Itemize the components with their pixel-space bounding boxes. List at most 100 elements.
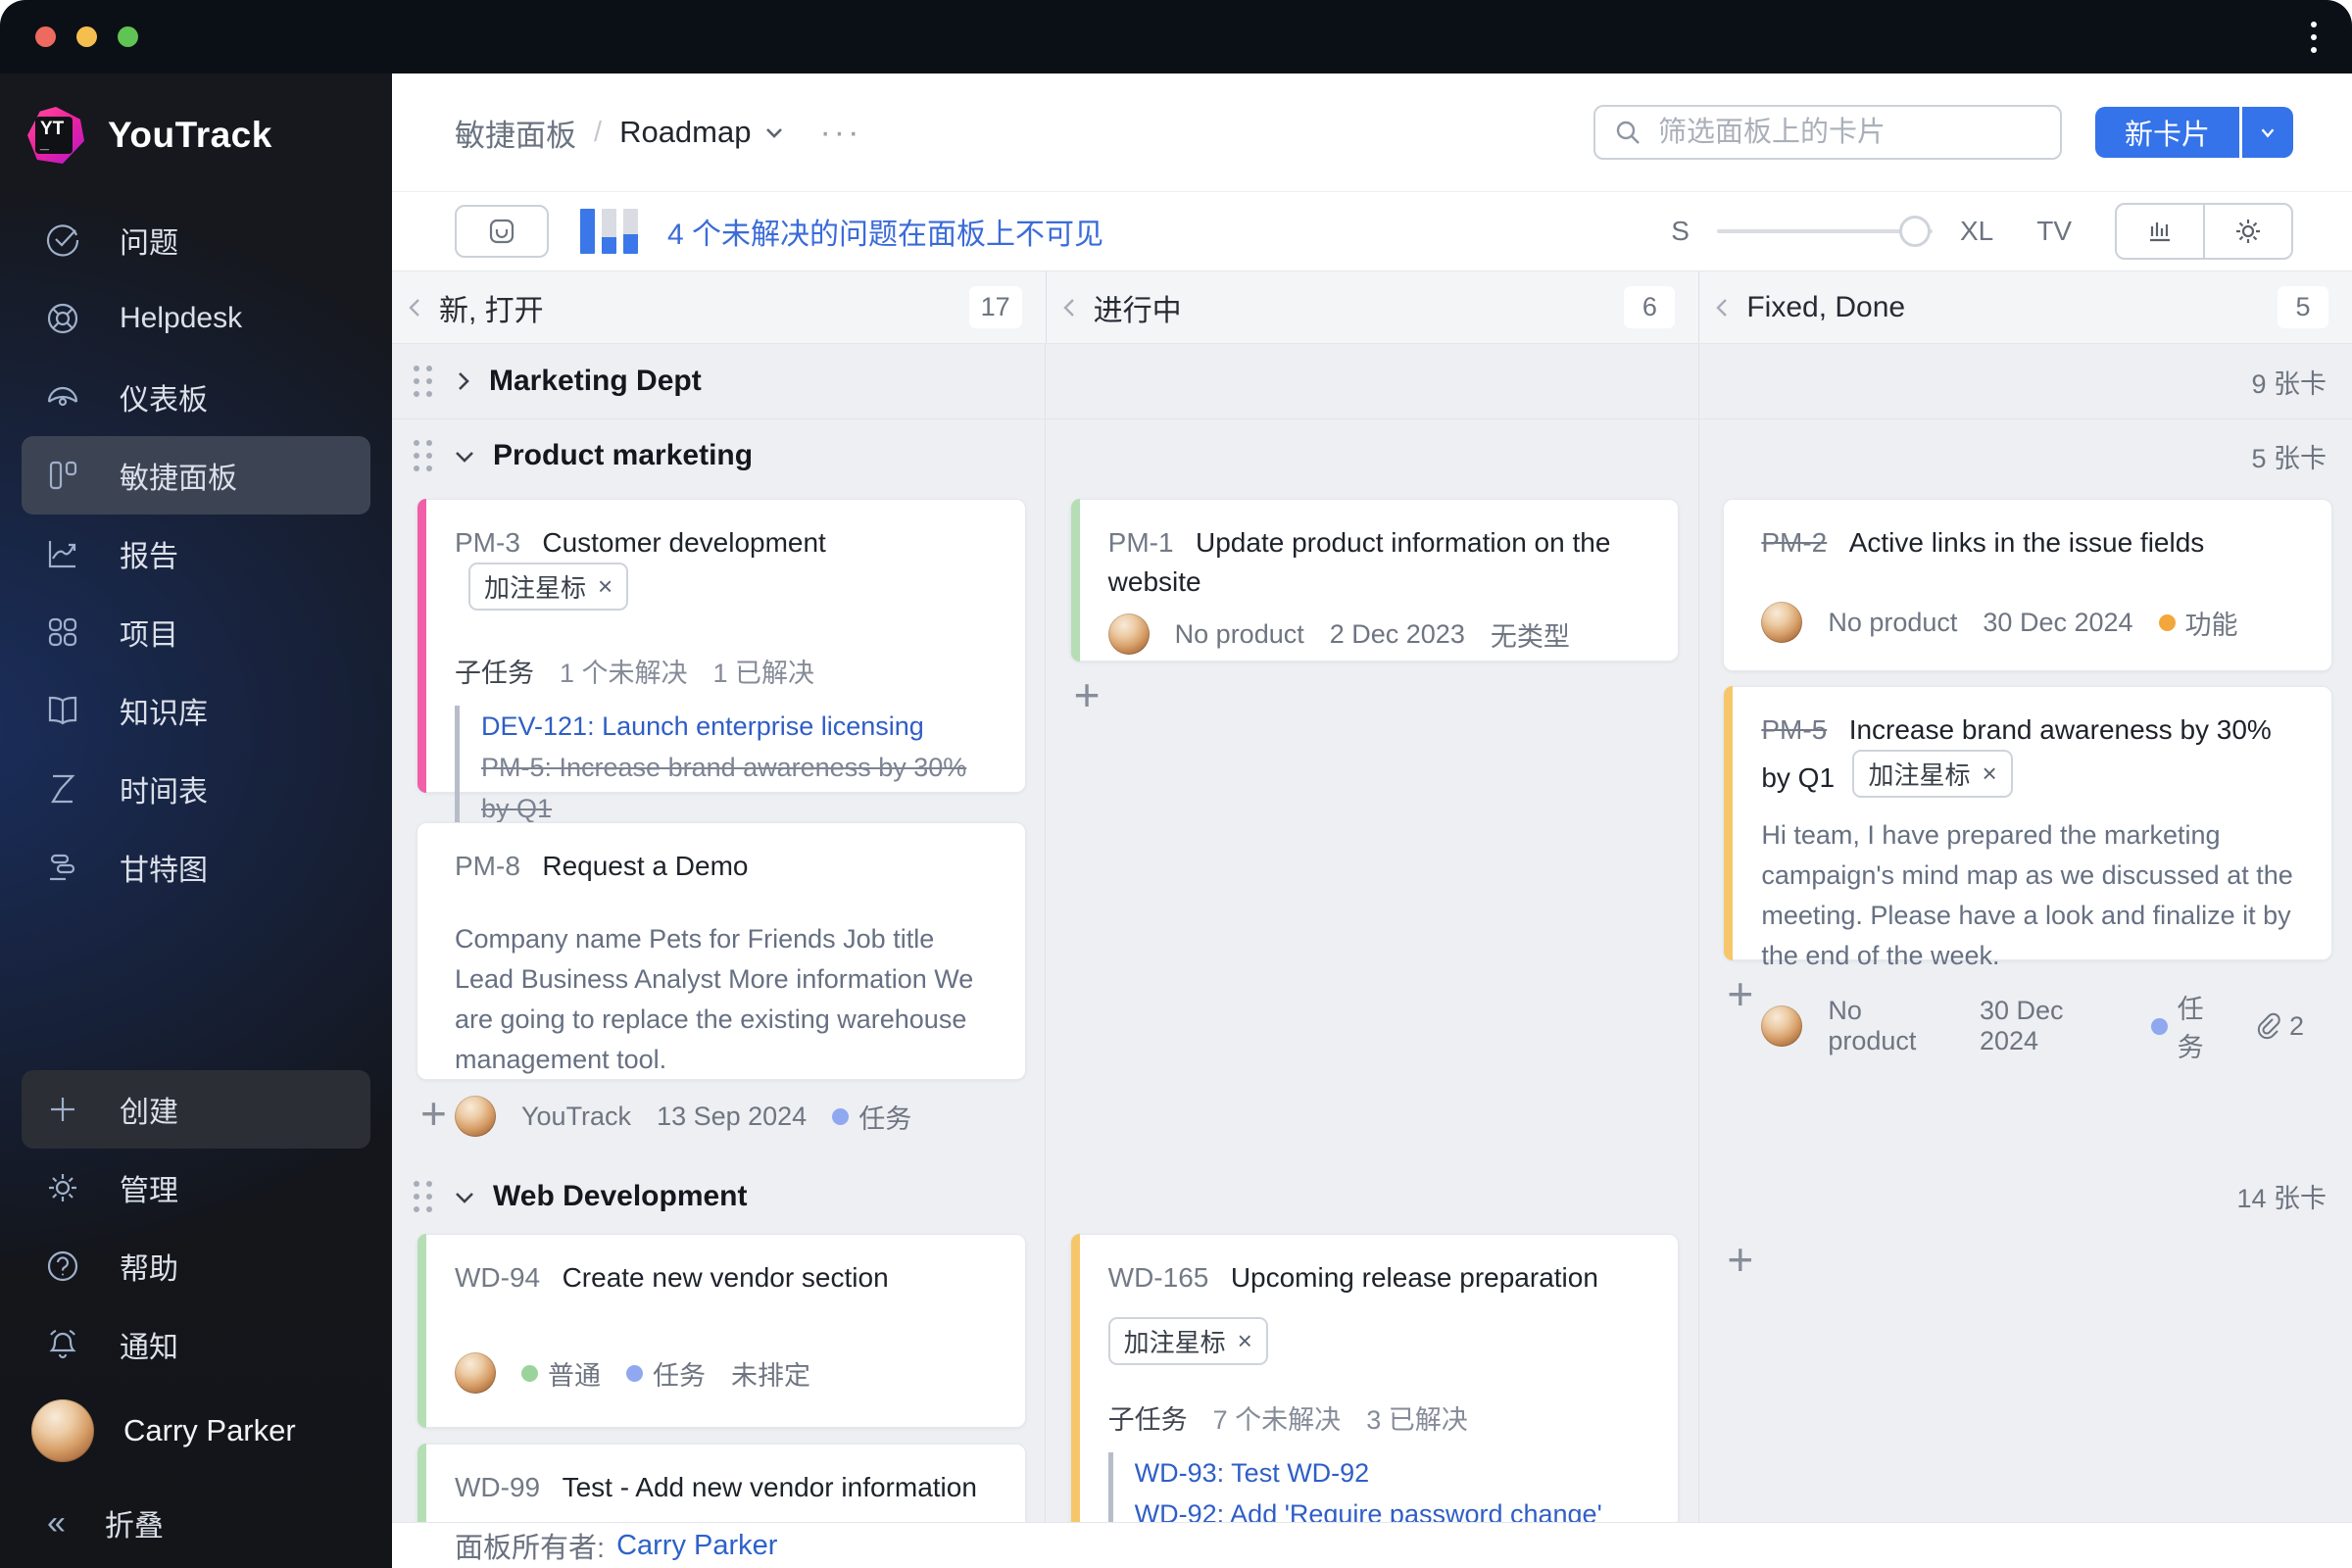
priority-field[interactable]: 普通 [521, 1354, 601, 1393]
drag-handle-icon[interactable] [414, 440, 432, 471]
sidebar-item-issues[interactable]: 问题 [0, 201, 392, 279]
column-header-in-progress[interactable]: 进行中 6 [1045, 271, 1699, 343]
product-field[interactable]: YouTrack [521, 1102, 631, 1132]
sidebar-item-helpdesk[interactable]: Helpdesk [0, 279, 392, 358]
new-card-dropdown-button[interactable] [2242, 107, 2293, 158]
issue-id[interactable]: PM-1 [1108, 527, 1174, 558]
sidebar-item-projects[interactable]: 项目 [0, 593, 392, 671]
sidebar-item-help[interactable]: 帮助 [0, 1227, 392, 1305]
add-card-button[interactable]: + [420, 1091, 460, 1136]
due-date[interactable]: 2 Dec 2023 [1330, 619, 1465, 650]
star-tag-chip[interactable]: 加注星标 × [1107, 1317, 1268, 1365]
sidebar-item-agile-boards[interactable]: 敏捷面板 [22, 436, 370, 514]
card-wd99[interactable]: WD-99 Test - Add new vendor information … [416, 1444, 1026, 1522]
remove-tag-icon[interactable]: × [1983, 759, 1997, 789]
tv-mode-button[interactable]: TV [2036, 216, 2072, 247]
sidebar-item-admin[interactable]: 管理 [0, 1149, 392, 1227]
column-header-new-open[interactable]: 新, 打开 17 [392, 271, 1046, 343]
issue-id[interactable]: PM-2 [1761, 527, 1827, 558]
issue-id[interactable]: WD-99 [455, 1472, 540, 1502]
new-card-button[interactable]: 新卡片 [2094, 107, 2239, 158]
star-tag-chip[interactable]: 加注星标 × [1852, 750, 2013, 798]
type-field[interactable]: 任务 [2151, 988, 2229, 1064]
sidebar-item-gantt[interactable]: 甘特图 [0, 828, 392, 906]
breadcrumb-agile-boards[interactable]: 敏捷面板 [455, 111, 576, 155]
type-field[interactable]: 无类型 [1491, 615, 1570, 654]
swimlane-product-marketing[interactable]: Product marketing 5 张卡 [392, 419, 2352, 492]
search-input[interactable] [1656, 115, 2060, 150]
card-pm5[interactable]: PM-5 Increase brand awareness by 30% by … [1723, 686, 2332, 1062]
issue-id[interactable]: PM-8 [455, 851, 520, 881]
card-pm1[interactable]: PM-1 Update product information on the w… [1069, 499, 1680, 662]
chevron-left-icon [1062, 298, 1074, 317]
remove-tag-icon[interactable]: × [598, 571, 612, 602]
drag-handle-icon[interactable] [414, 366, 432, 397]
sidebar-item-dashboards[interactable]: 仪表板 [0, 358, 392, 436]
drag-handle-icon[interactable] [414, 1180, 432, 1212]
card-wd94[interactable]: WD-94 Create new vendor section 普通 任务 未排… [416, 1234, 1026, 1428]
collapse-sidebar-button[interactable]: « 折叠 [0, 1478, 392, 1568]
add-card-button[interactable]: + [1727, 971, 1766, 1016]
due-date[interactable]: 30 Dec 2024 [1980, 996, 2126, 1056]
sidebar-item-timesheets[interactable]: 时间表 [0, 750, 392, 828]
subtask-link[interactable]: DEV-121: Launch enterprise licensing [481, 706, 998, 747]
issue-id[interactable]: PM-3 [455, 527, 520, 558]
unresolved-issues-link[interactable]: 4 个未解决的问题在面板上不可见 [667, 210, 1103, 253]
avatar[interactable] [455, 1096, 496, 1137]
due-date[interactable]: 13 Sep 2024 [657, 1102, 807, 1132]
sidebar-item-notifications[interactable]: 通知 [0, 1305, 392, 1384]
issue-id[interactable]: PM-5 [1761, 714, 1827, 745]
type-field[interactable]: 功能 [2158, 604, 2238, 642]
board-progress-icon[interactable] [580, 209, 638, 254]
sidebar-item-reports[interactable]: 报告 [0, 514, 392, 593]
minimize-window-button[interactable] [76, 26, 97, 47]
subtask-link[interactable]: WD-93: Test WD-92 [1135, 1452, 1651, 1494]
avatar[interactable] [1107, 613, 1150, 655]
column-header-fixed-done[interactable]: Fixed, Done 5 [1698, 271, 2352, 343]
product-field[interactable]: No product [1828, 996, 1954, 1056]
close-window-button[interactable] [35, 26, 56, 47]
chevron-right-icon[interactable] [452, 368, 473, 394]
subtask-link[interactable]: WD-92: Add 'Require password change' opt… [1135, 1494, 1651, 1522]
create-button[interactable]: 创建 [22, 1070, 370, 1149]
card-pm2[interactable]: PM-2 Active links in the issue fields No… [1723, 499, 2332, 671]
due-date[interactable]: 30 Dec 2024 [1983, 608, 2132, 638]
remove-tag-icon[interactable]: × [1238, 1326, 1252, 1356]
subtask-resolved[interactable]: PM-5: Increase brand awareness by 30% by… [481, 747, 998, 829]
chevron-down-icon[interactable] [452, 1186, 477, 1207]
attachments[interactable]: 2 [2254, 1011, 2304, 1042]
schedule-field[interactable]: 未排定 [731, 1354, 810, 1393]
issue-id[interactable]: WD-165 [1108, 1262, 1209, 1293]
board-settings-button[interactable] [2203, 205, 2291, 258]
slider-thumb[interactable] [1899, 216, 1932, 247]
avatar[interactable] [1761, 602, 1803, 643]
board-search[interactable] [1593, 105, 2062, 160]
add-card-button[interactable]: + [1727, 1237, 1766, 1282]
board-owner-link[interactable]: Carry Parker [616, 1530, 777, 1562]
card-pm3[interactable]: PM-3 Customer development 加注星标 × 子任务 1 个未… [416, 499, 1026, 894]
youtrack-logo[interactable]: YT _ YouTrack [25, 105, 392, 166]
chevron-down-icon[interactable] [452, 445, 477, 466]
zoom-window-button[interactable] [118, 26, 138, 47]
card-size-slider[interactable] [1716, 216, 1933, 247]
avatar[interactable] [1761, 1005, 1803, 1047]
user-profile[interactable]: Carry Parker [0, 1384, 392, 1478]
avatar[interactable] [455, 1352, 496, 1394]
board-more-menu[interactable]: ··· [819, 116, 861, 149]
swimlane-web-development[interactable]: Web Development 14 张卡 [392, 1165, 2352, 1227]
card-pm8[interactable]: PM-8 Request a Demo Company name Pets fo… [416, 822, 1026, 1137]
type-field[interactable]: 任务 [626, 1354, 706, 1393]
backlog-button[interactable] [455, 205, 549, 258]
product-field[interactable]: No product [1175, 619, 1304, 650]
type-field[interactable]: 任务 [832, 1098, 911, 1136]
swimlane-marketing-dept[interactable]: Marketing Dept 9 张卡 [392, 344, 2352, 419]
star-tag-chip[interactable]: 加注星标 × [468, 563, 629, 611]
sidebar-item-knowledge-base[interactable]: 知识库 [0, 671, 392, 750]
product-field[interactable]: No product [1828, 608, 1957, 638]
chart-view-button[interactable] [2117, 205, 2203, 258]
kebab-menu-icon[interactable] [2305, 16, 2323, 59]
issue-id[interactable]: WD-94 [455, 1262, 540, 1293]
board-name-dropdown[interactable]: Roadmap [619, 115, 786, 150]
add-card-button[interactable]: + [1074, 672, 1113, 717]
card-wd165[interactable]: WD-165 Upcoming release preparation 加注星标… [1069, 1234, 1680, 1522]
